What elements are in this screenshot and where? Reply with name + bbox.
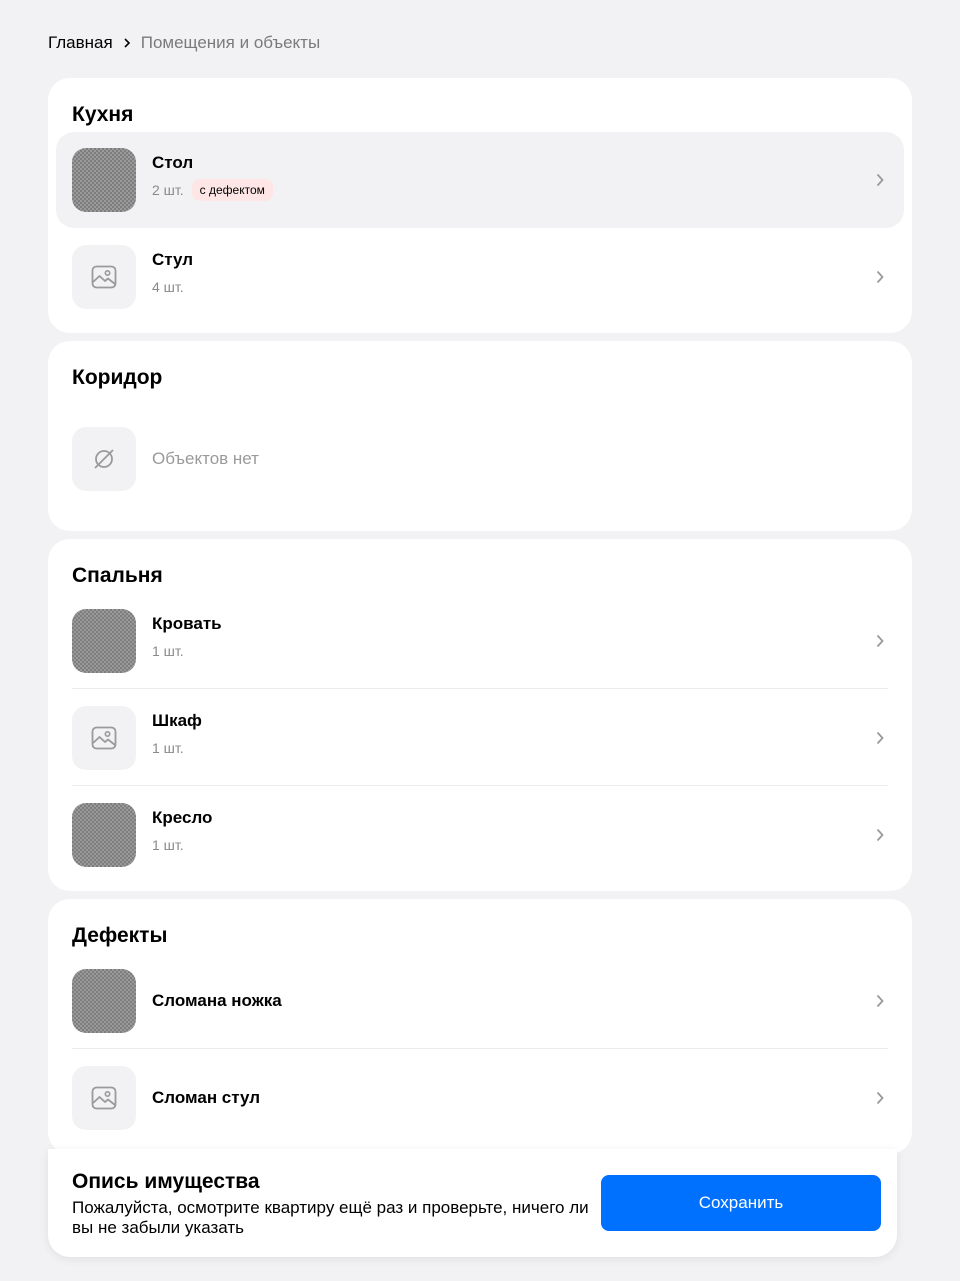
item-name: Шкаф bbox=[152, 711, 202, 730]
list-item[interactable]: Стол 2 шт. с дефектом bbox=[56, 132, 904, 228]
image-placeholder-icon bbox=[72, 706, 136, 770]
defect-name: Сломана ножка bbox=[152, 991, 282, 1010]
divider bbox=[72, 688, 888, 689]
chevron-right-icon bbox=[876, 731, 884, 745]
room-title: Кухня bbox=[72, 103, 134, 126]
item-quantity: 2 шт. bbox=[152, 182, 184, 198]
footer-title: Опись имущества bbox=[72, 1170, 260, 1193]
breadcrumb-home-link[interactable]: Главная bbox=[48, 33, 113, 53]
inventory-footer: Опись имущества Пожалуйста, осмотрите кв… bbox=[48, 1149, 897, 1257]
chevron-right-icon bbox=[876, 994, 884, 1008]
chevron-right-icon bbox=[876, 828, 884, 842]
room-title: Коридор bbox=[72, 366, 163, 389]
item-photo bbox=[72, 609, 136, 673]
room-card-bedroom: Спальня Кровать 1 шт. Шкаф 1 шт. Кресло … bbox=[48, 539, 912, 891]
room-card-corridor: Коридор Объектов нет bbox=[48, 341, 912, 531]
footer-description: Пожалуйста, осмотрите квартиру ещё раз и… bbox=[72, 1198, 589, 1237]
chevron-right-icon bbox=[876, 270, 884, 284]
item-name: Стул bbox=[152, 250, 194, 269]
defect-name: Сломан стул bbox=[152, 1088, 261, 1107]
item-name: Кровать bbox=[152, 614, 222, 633]
save-button[interactable]: Сохранить bbox=[601, 1175, 881, 1231]
chevron-right-icon bbox=[113, 38, 141, 48]
chevron-right-icon bbox=[876, 173, 884, 187]
list-item[interactable]: Кровать 1 шт. bbox=[56, 593, 904, 689]
breadcrumb-current: Помещения и объекты bbox=[140, 33, 321, 52]
item-photo bbox=[72, 969, 136, 1033]
item-quantity: 1 шт. bbox=[152, 740, 184, 756]
empty-text: Объектов нет bbox=[152, 449, 259, 468]
divider bbox=[72, 1048, 888, 1049]
list-item[interactable]: Кресло 1 шт. bbox=[56, 787, 904, 883]
item-quantity: 4 шт. bbox=[152, 279, 184, 295]
list-item[interactable]: Сломан стул bbox=[56, 1050, 904, 1146]
item-name: Кресло bbox=[152, 808, 213, 827]
section-title: Дефекты bbox=[72, 924, 168, 947]
list-item[interactable]: Шкаф 1 шт. bbox=[56, 690, 904, 786]
breadcrumb: Главная Помещения и объекты bbox=[48, 32, 320, 54]
room-card-kitchen: Кухня Стол 2 шт. с дефектом Стул 4 шт. bbox=[48, 78, 912, 333]
item-photo bbox=[72, 803, 136, 867]
defect-badge: с дефектом bbox=[191, 179, 273, 201]
list-item[interactable]: Стул 4 шт. bbox=[56, 229, 904, 325]
item-photo bbox=[72, 148, 136, 212]
divider bbox=[72, 785, 888, 786]
defects-card: Дефекты Сломана ножка Сломан стул bbox=[48, 899, 912, 1154]
item-quantity: 1 шт. bbox=[152, 643, 184, 659]
empty-state: Объектов нет bbox=[72, 427, 888, 491]
item-quantity: 1 шт. bbox=[152, 837, 184, 853]
empty-set-icon bbox=[72, 427, 136, 491]
chevron-right-icon bbox=[876, 634, 884, 648]
image-placeholder-icon bbox=[72, 1066, 136, 1130]
list-item[interactable]: Сломана ножка bbox=[56, 953, 904, 1049]
image-placeholder-icon bbox=[72, 245, 136, 309]
chevron-right-icon bbox=[876, 1091, 884, 1105]
room-title: Спальня bbox=[72, 564, 163, 587]
item-name: Стол bbox=[152, 153, 194, 172]
